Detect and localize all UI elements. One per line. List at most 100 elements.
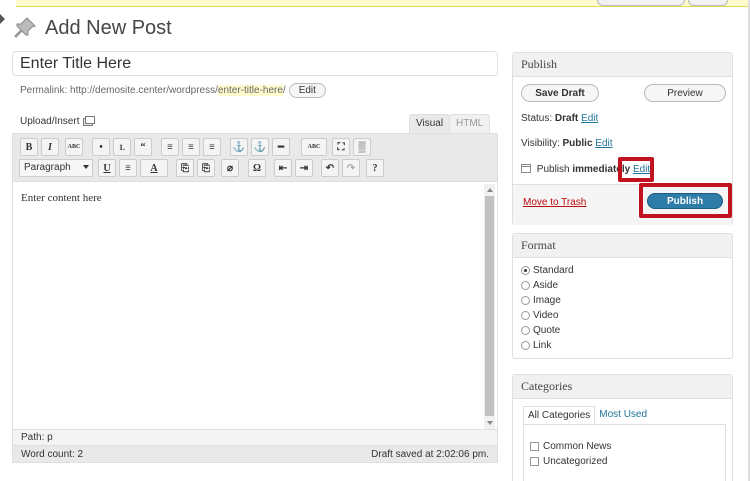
permalink-trailing: / (282, 85, 286, 96)
visibility-label: Visibility: (521, 138, 560, 149)
preview-button[interactable]: Preview (644, 84, 726, 102)
status-edit-link[interactable]: Edit (581, 113, 598, 124)
help-icon[interactable]: ? (366, 159, 384, 177)
status-label: Status: (521, 113, 553, 124)
post-title-input[interactable]: Enter Title Here (12, 51, 498, 76)
category-item[interactable]: Common News (530, 441, 611, 452)
upload-insert[interactable]: Upload/Insert (20, 116, 96, 127)
format-option-standard[interactable]: Standard (521, 265, 574, 276)
visibility-value: Public (562, 138, 593, 149)
publish-box-heading[interactable]: Publish (513, 53, 732, 77)
scroll-thumb[interactable] (485, 196, 494, 416)
radio-button[interactable] (521, 296, 530, 305)
categories-box: Categories All Categories Most Used Comm… (512, 374, 733, 481)
permalink-edit-button[interactable]: Edit (288, 83, 326, 98)
checkbox[interactable] (530, 442, 539, 451)
format-option-label: Standard (533, 265, 574, 276)
page-header: Add New Post (12, 14, 172, 42)
underline-button[interactable]: U (98, 159, 116, 177)
insert-more-icon[interactable]: ━ (272, 138, 290, 156)
status-value: Draft (554, 113, 579, 124)
indent-icon[interactable]: ⇥ (295, 159, 313, 177)
align-right-button[interactable]: ≡ (203, 138, 221, 156)
spellcheck-button[interactable]: ABC (301, 138, 327, 156)
notice-button[interactable] (597, 0, 685, 6)
blockquote-button[interactable]: “ (134, 138, 152, 156)
calendar-icon (521, 164, 531, 173)
permalink-label: Permalink: (20, 85, 68, 96)
format-select[interactable]: Paragraph (19, 159, 93, 177)
radio-button[interactable] (521, 341, 530, 350)
justify-button[interactable]: ≡ (119, 159, 137, 177)
publish-box: Publish Save Draft Preview Status: Draft… (512, 52, 733, 225)
scroll-down-icon[interactable] (487, 421, 493, 425)
kitchen-sink-icon[interactable]: ▒ (353, 138, 371, 156)
format-option-quote[interactable]: Quote (521, 325, 560, 336)
permalink-slug[interactable]: enter-title-here (217, 85, 283, 96)
tab-most-used[interactable]: Most Used (595, 406, 651, 425)
save-draft-button[interactable]: Save Draft (521, 84, 599, 102)
unlink-icon[interactable]: ⚓ (251, 138, 269, 156)
move-to-trash-link[interactable]: Move to Trash (523, 197, 586, 208)
category-label: Common News (543, 441, 612, 452)
pushpin-icon (14, 17, 36, 38)
collapse-arrow-icon[interactable] (0, 14, 5, 24)
paste-text-icon[interactable]: ⎘ (176, 159, 194, 177)
paste-word-icon[interactable]: ⎘ (197, 159, 215, 177)
redo-icon[interactable]: ↷ (342, 159, 360, 177)
visibility-edit-link[interactable]: Edit (595, 138, 612, 149)
outdent-icon[interactable]: ⇤ (274, 159, 292, 177)
media-icon[interactable] (83, 116, 96, 127)
tab-all-categories[interactable]: All Categories (523, 406, 596, 425)
format-option-video[interactable]: Video (521, 310, 558, 321)
bullet-list-button[interactable]: • (92, 138, 110, 156)
category-item[interactable]: Uncategorized (530, 456, 607, 467)
numbered-list-button[interactable]: 1. (113, 138, 131, 156)
text-color-button[interactable]: A (140, 159, 168, 177)
editor-content[interactable]: Enter content here (13, 182, 483, 427)
radio-button[interactable] (521, 281, 530, 290)
permalink-row: Permalink: http://demosite.center/wordpr… (20, 83, 326, 98)
notice-strip (16, 0, 750, 7)
categories-tabs: All Categories Most Used (523, 406, 651, 425)
radio-button[interactable] (521, 266, 530, 275)
tab-html[interactable]: HTML (449, 114, 491, 134)
radio-button[interactable] (521, 326, 530, 335)
bold-button[interactable]: B (20, 138, 38, 156)
special-character-button[interactable]: Ω (248, 159, 266, 177)
insert-link-icon[interactable]: ⚓ (230, 138, 248, 156)
format-option-link[interactable]: Link (521, 340, 551, 351)
upload-insert-label: Upload/Insert (20, 116, 80, 127)
format-option-image[interactable]: Image (521, 295, 561, 306)
chevron-down-icon (83, 165, 89, 169)
italic-button[interactable]: I (41, 138, 59, 156)
schedule-label: Publish (536, 164, 570, 175)
strikethrough-button[interactable]: ABC (65, 138, 83, 156)
radio-button[interactable] (521, 311, 530, 320)
scroll-up-icon[interactable] (487, 188, 493, 192)
undo-icon[interactable]: ↶ (321, 159, 339, 177)
checkbox[interactable] (530, 457, 539, 466)
align-left-button[interactable]: ≡ (161, 138, 179, 156)
format-option-label: Video (533, 310, 559, 321)
permalink-base: http://demosite.center/wordpress/ (70, 85, 218, 96)
notice-button[interactable] (688, 0, 728, 6)
clear-formatting-icon[interactable]: ⌀ (221, 159, 239, 177)
post-editor: B I ABC • 1. “ ≡ ≡ ≡ ⚓ ⚓ ━ ABC ⛶ ▒ Parag… (12, 133, 498, 463)
visibility-row: Visibility: Public Edit (521, 138, 613, 149)
word-count: Word count: 2 (21, 449, 84, 460)
editor-path: Path: p (13, 429, 497, 445)
categories-box-heading[interactable]: Categories (513, 375, 732, 399)
tab-visual[interactable]: Visual (409, 114, 451, 134)
format-box-heading[interactable]: Format (513, 234, 732, 258)
format-option-label: Quote (533, 325, 561, 336)
highlight-box (639, 183, 732, 218)
editor-scrollbar[interactable] (484, 184, 495, 429)
format-option-label: Link (533, 340, 552, 351)
fullscreen-icon[interactable]: ⛶ (332, 138, 350, 156)
format-box: Format Standard Aside Image Video Quote … (512, 233, 733, 359)
format-option-aside[interactable]: Aside (521, 280, 558, 291)
align-center-button[interactable]: ≡ (182, 138, 200, 156)
editor-toolbar: B I ABC • 1. “ ≡ ≡ ≡ ⚓ ⚓ ━ ABC ⛶ ▒ Parag… (13, 134, 497, 182)
format-option-label: Image (533, 295, 561, 306)
